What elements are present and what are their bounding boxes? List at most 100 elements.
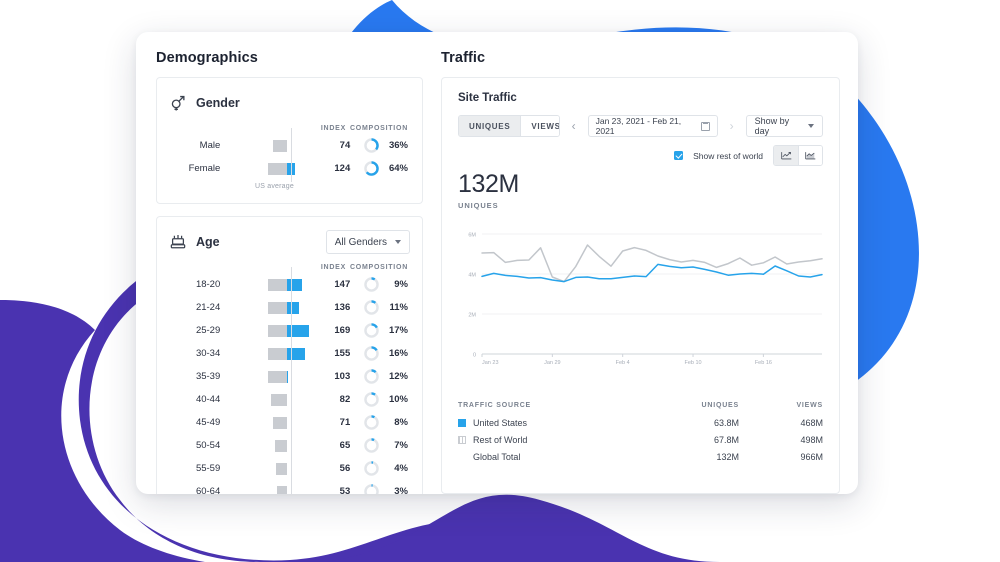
legend-swatch-icon — [458, 418, 466, 427]
composition-donut-icon — [364, 346, 379, 361]
index-bar-cell — [227, 388, 313, 411]
row-index-value: 82 — [339, 394, 351, 405]
gender-header-index: INDEX — [320, 125, 346, 132]
index-bar-cell — [227, 480, 313, 494]
row-label: 30-34 — [195, 348, 221, 359]
index-bar-cell — [227, 134, 313, 157]
row-index-value: 136 — [334, 302, 351, 313]
age-rows: 18-20 147 9% 21-24 136 11% 25-29 169 17%… — [169, 267, 410, 494]
show-rest-of-world-checkbox[interactable] — [674, 151, 684, 160]
line-chart-icon[interactable] — [774, 146, 798, 165]
table-row: 45-49 71 8% — [169, 411, 410, 434]
index-bar-negative — [267, 163, 288, 175]
chart-type-toggle-group — [773, 145, 823, 166]
table-row: 50-54 65 7% — [169, 434, 410, 457]
index-bar-negative — [267, 348, 288, 360]
composition-donut-icon — [364, 461, 379, 476]
row-index-value: 147 — [334, 279, 351, 290]
gender-header-composition: COMPOSITION — [349, 125, 408, 132]
age-gender-filter-value: All Genders — [334, 236, 387, 248]
us-average-baseline — [291, 128, 292, 182]
demographics-column: Demographics Gender INDEX COMPOSITION Ma… — [136, 32, 423, 494]
index-bar-cell — [227, 319, 313, 342]
table-cell-uniques: 132M — [716, 451, 739, 462]
gender-icon — [169, 94, 187, 112]
index-bar-negative — [273, 417, 288, 429]
table-row: 60-64 53 3% — [169, 480, 410, 494]
index-bar-cell — [227, 157, 313, 180]
row-index-value: 71 — [339, 417, 351, 428]
index-bar-negative — [267, 302, 288, 314]
table-header-views: VIEWS — [796, 401, 823, 409]
composition-donut-icon — [364, 484, 379, 494]
age-header-index: INDEX — [320, 264, 346, 271]
row-composition-cell: 12% — [350, 368, 410, 385]
show-rest-of-world-label: Show rest of world — [693, 150, 763, 161]
row-composition-cell: 8% — [350, 414, 410, 431]
composition-donut-icon — [364, 323, 379, 338]
row-index-value: 74 — [339, 140, 351, 151]
row-composition-cell: 17% — [350, 322, 410, 339]
traffic-options-row: Show rest of world — [458, 145, 823, 166]
row-composition-cell: 11% — [350, 299, 410, 316]
table-cell-source: Rest of World — [458, 435, 647, 445]
row-composition-value: 16% — [388, 348, 408, 359]
composition-donut-icon — [364, 415, 379, 430]
date-range-picker[interactable]: Jan 23, 2021 - Feb 21, 2021 — [587, 115, 718, 137]
table-cell-source: Global Total — [458, 452, 647, 462]
index-bar-cell — [227, 434, 313, 457]
age-header-composition: COMPOSITION — [349, 264, 408, 271]
next-period-button[interactable]: › — [728, 120, 736, 132]
metric-toggle-group: UNIQUES VIEWS — [458, 115, 560, 137]
table-row: 21-24 136 11% — [169, 296, 410, 319]
row-composition-value: 36% — [388, 140, 408, 151]
total-uniques-label: UNIQUES — [458, 201, 499, 210]
table-row: Rest of World 67.8M 498M — [458, 431, 823, 448]
prev-period-button[interactable]: ‹ — [570, 120, 578, 132]
tab-views[interactable]: VIEWS — [520, 116, 559, 136]
table-cell-uniques: 67.8M — [713, 434, 739, 445]
table-body: United States 63.8M 468M Rest of World 6… — [458, 414, 823, 465]
svg-text:Feb 10: Feb 10 — [684, 360, 701, 366]
index-bar-positive — [287, 279, 303, 291]
index-bar-positive — [287, 302, 299, 314]
age-gender-filter-select[interactable]: All Genders — [325, 230, 410, 254]
index-bar-negative — [276, 486, 288, 494]
tab-uniques[interactable]: UNIQUES — [459, 116, 521, 136]
table-header-row: TRAFFIC SOURCE UNIQUES VIEWS — [458, 396, 823, 414]
row-composition-cell: 9% — [350, 276, 410, 293]
composition-donut-icon — [364, 369, 379, 384]
granularity-select[interactable]: Show by day — [745, 115, 823, 137]
index-bar-negative — [267, 279, 288, 291]
site-traffic-panel: Site Traffic UNIQUES VIEWS ‹ Jan 23, 202… — [441, 77, 840, 494]
source-name: United States — [473, 417, 528, 428]
composition-donut-icon — [364, 392, 379, 407]
row-composition-cell: 10% — [350, 391, 410, 408]
row-label: 35-39 — [195, 371, 221, 382]
row-composition-cell: 16% — [350, 345, 410, 362]
index-bar-negative — [274, 440, 288, 452]
table-row: Female 124 64% — [169, 157, 410, 180]
row-composition-value: 3% — [394, 486, 408, 494]
row-label: 25-29 — [195, 325, 221, 336]
age-column-headers: INDEX COMPOSITION — [169, 264, 410, 271]
index-bar-negative — [276, 463, 288, 475]
row-label: 50-54 — [195, 440, 221, 451]
svg-text:0: 0 — [473, 353, 476, 359]
gender-panel: Gender INDEX COMPOSITION Male 74 36% Fem… — [156, 77, 423, 204]
index-bar-cell — [227, 342, 313, 365]
age-panel: Age All Genders INDEX COMPOSITION 18-20 … — [156, 216, 423, 494]
row-composition-value: 4% — [394, 463, 408, 474]
table-header-uniques: UNIQUES — [701, 401, 739, 409]
index-bar-negative — [267, 325, 288, 337]
area-chart-icon[interactable] — [798, 146, 822, 165]
granularity-value: Show by day — [754, 116, 790, 136]
svg-text:Jan 29: Jan 29 — [544, 360, 561, 366]
composition-donut-icon — [364, 138, 379, 153]
svg-text:Feb 16: Feb 16 — [755, 360, 772, 366]
dashboard-card: Demographics Gender INDEX COMPOSITION Ma… — [136, 32, 858, 494]
row-index-value: 65 — [339, 440, 351, 451]
gender-panel-header: Gender — [169, 92, 410, 114]
chevron-down-icon — [808, 124, 814, 128]
table-row: 30-34 155 16% — [169, 342, 410, 365]
